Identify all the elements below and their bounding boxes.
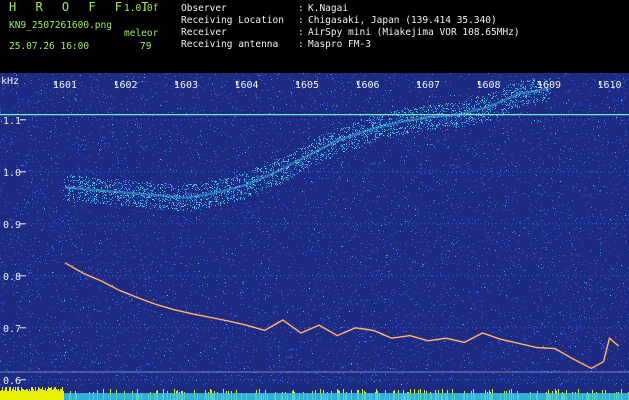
antenna-colon: :: [298, 39, 304, 50]
x-tick-label-2: 1603: [174, 80, 198, 91]
x-tick-label-5: 1606: [355, 80, 379, 91]
observer-colon: :: [298, 3, 304, 14]
x-tick-label-3: 1604: [234, 80, 258, 91]
file-name: KN9_2507261600.png: [9, 20, 112, 31]
x-tick-label-9: 1610: [597, 80, 621, 91]
y-tick-label-4: 0.7: [3, 324, 21, 335]
antenna-value: Maspro FM-3: [308, 39, 371, 50]
location-colon: :: [298, 15, 304, 26]
mode-label: meleor: [124, 28, 159, 39]
y-tick-label-3: 0.8: [3, 272, 21, 283]
level-bar-cyan: [64, 393, 629, 400]
x-tick-label-7: 1608: [476, 80, 500, 91]
x-tick-label-4: 1605: [295, 80, 319, 91]
y-tick-label-5: 0.6: [3, 376, 21, 387]
x-tick-label-0: 1601: [53, 80, 77, 91]
x-tick-label-6: 1607: [416, 80, 440, 91]
y-tick-label-2: 0.9: [3, 220, 21, 231]
app-version: 1.0.0f: [124, 3, 159, 14]
x-tick-label-8: 1609: [537, 80, 561, 91]
date-time: 25.07.26 16:00: [9, 41, 90, 52]
y-tick-label-1: 1.0: [3, 168, 21, 179]
antenna-label: Receiving antenna: [181, 39, 279, 50]
observer-label: Observer: [181, 3, 227, 14]
receiver-value: AirSpy mini (Miakejima VOR 108.65MHz): [308, 27, 520, 38]
location-value: Chigasaki, Japan (139.414 35.340): [308, 15, 497, 26]
spectrogram: 1601 1602 1603 1604 1605 1606 1607 1608 1609 1610…: [0, 73, 629, 400]
receiver-colon: :: [298, 27, 304, 38]
hroft-window: H R O F F T 1.0.0f KN9_2507261600.png me…: [0, 0, 629, 400]
receiver-label: Receiver: [181, 27, 227, 38]
observer-value: K.Nagai: [308, 3, 349, 14]
spectrogram-background: [0, 73, 629, 400]
x-tick-label-1: 1602: [113, 80, 137, 91]
count-value: 79: [140, 41, 152, 52]
location-label: Receiving Location: [181, 15, 284, 26]
y-tick-label-0: 1.1: [3, 116, 21, 127]
y-unit-label: kHz: [1, 76, 19, 87]
